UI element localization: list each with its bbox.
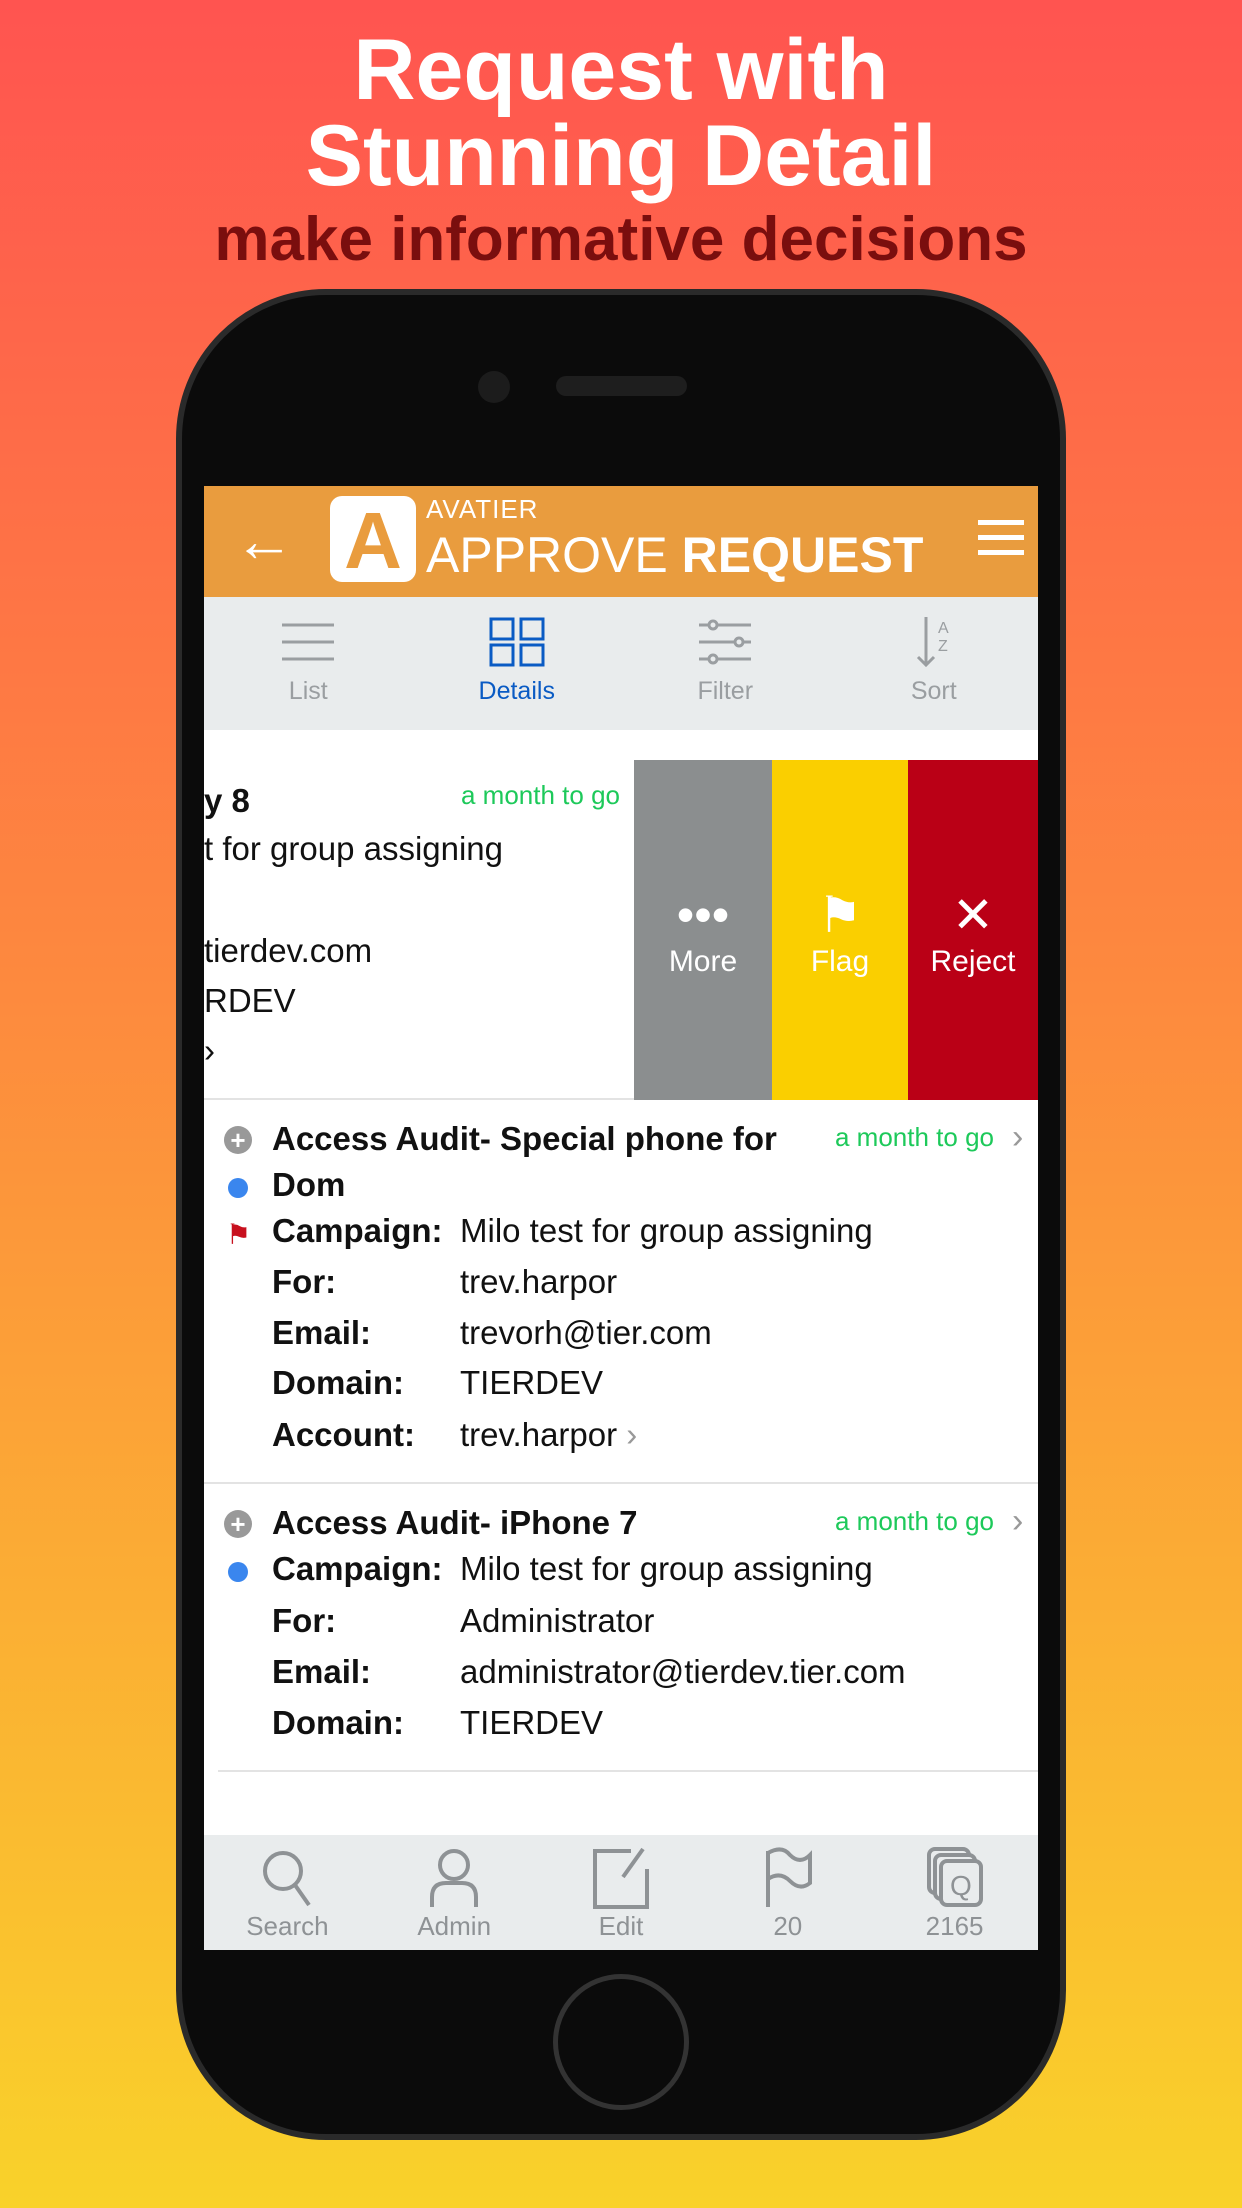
flag-action-button[interactable]: ⚑ Flag bbox=[772, 760, 908, 1100]
field-value: trevorh@tier.com bbox=[460, 1314, 712, 1351]
avatier-logo: A bbox=[330, 496, 416, 585]
queue-icon: Q bbox=[926, 1847, 983, 1907]
tab-label: Admin bbox=[417, 1911, 492, 1941]
field-value: Milo test for group assigning bbox=[460, 1212, 873, 1249]
hamburger-menu-icon[interactable] bbox=[978, 520, 1024, 565]
svg-text:Z: Z bbox=[938, 638, 948, 655]
tab-sort[interactable]: AZ Sort bbox=[830, 597, 1039, 730]
grid-icon bbox=[489, 617, 545, 667]
admin-tab[interactable]: Admin bbox=[371, 1835, 538, 1950]
sliders-icon bbox=[699, 619, 752, 665]
chevron-right-icon: › bbox=[626, 1416, 638, 1453]
app-header: ← A AVATIER APPROVE REQUEST bbox=[204, 486, 1038, 597]
due-label: a month to go bbox=[835, 1506, 994, 1536]
tab-label: Filter bbox=[697, 677, 754, 705]
title-light: APPROVE bbox=[426, 527, 668, 583]
tab-label: Details bbox=[478, 677, 555, 705]
tab-label: 2165 bbox=[925, 1911, 984, 1941]
field-label: Campaign: bbox=[272, 1212, 443, 1249]
field-label: Account: bbox=[272, 1416, 415, 1453]
camera bbox=[478, 371, 510, 403]
field-label: Email: bbox=[272, 1314, 372, 1351]
field-value: Administrator bbox=[460, 1602, 655, 1639]
more-dots-icon: ••• bbox=[676, 887, 730, 943]
field-label: Domain: bbox=[272, 1704, 404, 1741]
home-button[interactable] bbox=[553, 1974, 689, 2110]
tab-label: Sort bbox=[910, 677, 957, 705]
field-label: Domain: bbox=[272, 1364, 404, 1401]
action-label: More bbox=[668, 945, 738, 978]
flagged-tab[interactable]: 20 bbox=[704, 1835, 871, 1950]
svg-text:A: A bbox=[938, 620, 949, 637]
chevron-right-icon[interactable]: › bbox=[1012, 1502, 1023, 1541]
queue-tab[interactable]: Q 2165 bbox=[871, 1835, 1038, 1950]
due-label: a month to go bbox=[461, 780, 620, 810]
field-label: For: bbox=[272, 1602, 337, 1639]
red-flag-icon: ⚑ bbox=[226, 1219, 252, 1250]
edit-tab[interactable]: Edit bbox=[538, 1835, 705, 1950]
more-action-button[interactable]: ••• More bbox=[634, 760, 772, 1100]
bottom-tab-bar: Search Admin Edit 20 Q 2165 bbox=[204, 1835, 1038, 1950]
flag-icon bbox=[765, 1847, 812, 1907]
action-label: Flag bbox=[810, 945, 870, 978]
unread-dot-icon bbox=[228, 1178, 248, 1198]
field-value: TIERDEV bbox=[460, 1704, 604, 1741]
request-title: Access Audit- Special phone for bbox=[272, 1120, 777, 1157]
close-icon: ✕ bbox=[952, 887, 994, 943]
field-value[interactable]: trev.harpor › bbox=[460, 1416, 637, 1454]
app-screen: ← A AVATIER APPROVE REQUEST List Details… bbox=[204, 486, 1038, 1950]
view-toolbar: List Details Filter AZ Sort bbox=[204, 597, 1038, 730]
speaker bbox=[556, 376, 687, 396]
flag-icon: ⚑ bbox=[817, 887, 863, 943]
user-icon bbox=[430, 1849, 479, 1907]
tab-label: Search bbox=[246, 1911, 329, 1941]
headline-subtitle: make informative decisions bbox=[214, 205, 1028, 274]
request-title: y 8 bbox=[204, 782, 250, 819]
list-icon bbox=[282, 623, 335, 661]
field-value: administrator@tierdev.tier.com bbox=[460, 1653, 906, 1690]
field-label: For: bbox=[272, 1263, 337, 1300]
sort-az-icon: AZ bbox=[916, 617, 949, 667]
request-row[interactable]: + ⚑ Access Audit- Special phone for Dom … bbox=[204, 1100, 1038, 1484]
request-title: Access Audit- iPhone 7 bbox=[272, 1504, 638, 1541]
reject-action-button[interactable]: ✕ Reject bbox=[908, 760, 1038, 1100]
account-chevron: › bbox=[204, 1032, 215, 1069]
field-value: TIERDEV bbox=[460, 1364, 604, 1401]
headline-line1: Request with bbox=[353, 22, 889, 118]
title-bold: REQUEST bbox=[681, 527, 924, 583]
field-value: trev.harpor bbox=[460, 1263, 618, 1300]
brand-name: AVATIER bbox=[426, 494, 539, 524]
tab-details[interactable]: Details bbox=[413, 597, 622, 730]
chevron-right-icon[interactable]: › bbox=[1012, 1118, 1023, 1157]
expand-plus-icon[interactable]: + bbox=[224, 1510, 252, 1538]
field-value: Milo test for group assigning bbox=[460, 1550, 873, 1587]
tab-label: List bbox=[288, 677, 328, 705]
headline-line2: Stunning Detail bbox=[305, 108, 937, 204]
swiped-request-row[interactable]: y 8 a month to go t for group assigning … bbox=[204, 760, 1038, 1100]
search-tab[interactable]: Search bbox=[204, 1835, 371, 1950]
app-title: APPROVE REQUEST bbox=[426, 526, 923, 584]
campaign-value: t for group assigning bbox=[204, 830, 504, 867]
email-value: tierdev.com bbox=[204, 932, 373, 969]
action-label: Reject bbox=[930, 945, 1016, 978]
due-label: a month to go bbox=[835, 1122, 994, 1152]
tab-list[interactable]: List bbox=[204, 597, 413, 730]
unread-dot-icon bbox=[228, 1562, 248, 1582]
field-label: Email: bbox=[272, 1653, 372, 1690]
domain-value: RDEV bbox=[204, 982, 296, 1019]
request-row[interactable]: + Access Audit- iPhone 7 a month to go ›… bbox=[218, 1484, 1038, 1772]
svg-text:Q: Q bbox=[950, 1870, 972, 1901]
expand-plus-icon[interactable]: + bbox=[224, 1126, 252, 1154]
tab-filter[interactable]: Filter bbox=[621, 597, 830, 730]
tab-label: Edit bbox=[598, 1911, 644, 1941]
tab-label: 20 bbox=[773, 1911, 803, 1941]
request-title-cont: Dom bbox=[272, 1166, 346, 1203]
edit-icon bbox=[592, 1847, 649, 1909]
search-icon bbox=[263, 1851, 312, 1907]
back-arrow-icon[interactable]: ← bbox=[234, 506, 294, 575]
field-label: Campaign: bbox=[272, 1550, 443, 1587]
account-value: trev.harpor bbox=[460, 1416, 618, 1453]
